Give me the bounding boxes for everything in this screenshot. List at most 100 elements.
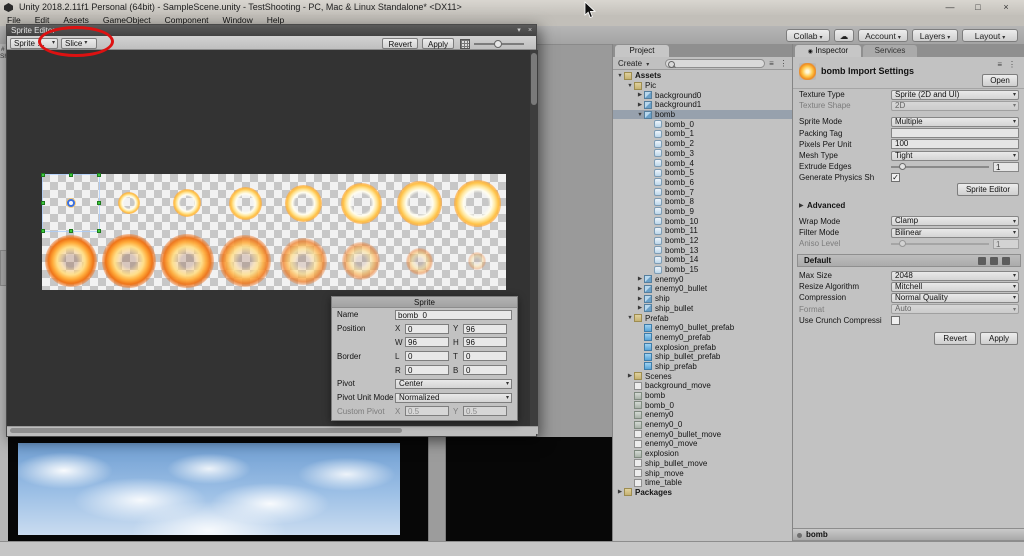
position-x-field[interactable]: 0 — [405, 323, 449, 334]
project-item-packages[interactable]: ▶ Packages — [613, 488, 792, 498]
sprite-frame-0[interactable] — [41, 173, 101, 233]
sprite-frame-2[interactable] — [158, 174, 216, 232]
slider-value-field[interactable]: 1 — [993, 238, 1019, 249]
sprite-frame-4[interactable] — [274, 174, 332, 232]
maximize-button[interactable]: □ — [966, 0, 990, 15]
position-w-field[interactable]: 96 — [405, 337, 449, 348]
project-item-ship-bullet-prefab[interactable]: ship_bullet_prefab — [613, 352, 792, 362]
use-crunch-compressi-control[interactable] — [891, 315, 1019, 325]
project-item-enemy0-move[interactable]: enemy0_move — [613, 439, 792, 449]
border-r-field[interactable]: 0 — [405, 365, 449, 376]
selection-handle[interactable] — [41, 173, 45, 177]
foldout-arrow-icon[interactable]: ▼ — [616, 73, 624, 79]
selection-handle[interactable] — [69, 173, 73, 177]
cloud-button[interactable]: ☁ — [834, 29, 854, 42]
pivot-dropdown[interactable]: Center ▾ — [395, 378, 512, 389]
max-size-control[interactable]: 2048 ▾ — [891, 270, 1019, 281]
layout-button[interactable]: Layout ▾ — [962, 29, 1018, 42]
project-item-enemy0-bullet[interactable]: ▶ enemy0_bullet — [613, 284, 792, 294]
project-item-bomb-3[interactable]: bomb_3 — [613, 149, 792, 159]
standalone-platform-icon[interactable] — [978, 257, 986, 265]
project-item-bomb-5[interactable]: bomb_5 — [613, 168, 792, 178]
wrap-mode-control[interactable]: Clamp ▾ — [891, 216, 1019, 227]
sprite-frame-13[interactable] — [332, 232, 390, 290]
platform-icon[interactable] — [990, 257, 998, 265]
project-item-enemy0-0[interactable]: enemy0_0 — [613, 420, 792, 430]
foldout-arrow-icon[interactable]: ▶ — [636, 305, 644, 311]
zoom-slider[interactable] — [474, 40, 524, 48]
scrollbar-thumb[interactable] — [531, 53, 537, 105]
tab-inspector[interactable]: ◉ Inspector — [795, 45, 861, 57]
texture-type-control[interactable]: Sprite (2D and UI) ▾ — [891, 89, 1019, 100]
sprite-frame-11[interactable] — [216, 232, 274, 290]
apply-button[interactable]: Apply — [421, 38, 454, 49]
project-item-bomb-13[interactable]: bomb_13 — [613, 245, 792, 255]
window-menu-icon[interactable]: ▾ — [514, 25, 524, 36]
sprite-frame-3[interactable] — [216, 174, 274, 232]
zoom-slider-thumb[interactable] — [494, 40, 502, 48]
project-item-bomb-15[interactable]: bomb_15 — [613, 265, 792, 275]
sprite-mode-control[interactable]: Multiple ▾ — [891, 116, 1019, 127]
foldout-label[interactable]: Advanced — [807, 201, 845, 210]
project-item-bomb-1[interactable]: bomb_1 — [613, 129, 792, 139]
project-item-bomb-6[interactable]: bomb_6 — [613, 178, 792, 188]
vertical-scrollbar[interactable] — [530, 50, 538, 426]
slider-track[interactable] — [891, 239, 989, 247]
foldout-arrow-icon[interactable]: ▶ — [636, 286, 644, 292]
sprite-frame-5[interactable] — [332, 174, 390, 232]
account-button[interactable]: Account ▾ — [858, 29, 908, 42]
project-item-scenes[interactable]: ▶ Scenes — [613, 371, 792, 381]
project-item-bomb-4[interactable]: bomb_4 — [613, 158, 792, 168]
sprite-name-field[interactable]: bomb_0 — [395, 309, 512, 320]
project-item-enemy0[interactable]: ▶ enemy0 — [613, 274, 792, 284]
compression-control[interactable]: Normal Quality ▾ — [891, 292, 1019, 303]
revert-button[interactable]: Revert — [382, 38, 418, 49]
slider-thumb[interactable] — [898, 162, 906, 170]
aniso-level-control[interactable]: 1 — [891, 238, 1019, 249]
layers-button[interactable]: Layers ▾ — [912, 29, 958, 42]
resize-algorithm-control[interactable]: Mitchell ▾ — [891, 281, 1019, 292]
create-dropdown[interactable]: Create ▾ — [615, 58, 661, 69]
project-item-bomb-11[interactable]: bomb_11 — [613, 226, 792, 236]
packing-tag-control[interactable] — [891, 128, 1019, 139]
sprite-editor-button[interactable]: Sprite Editor — [956, 182, 1019, 196]
preview-pane-header[interactable]: bomb — [793, 528, 1024, 541]
project-search-input[interactable] — [665, 59, 765, 68]
project-item-bomb-12[interactable]: bomb_12 — [613, 236, 792, 246]
project-item-bomb-9[interactable]: bomb_9 — [613, 207, 792, 217]
project-item-bomb-10[interactable]: bomb_10 — [613, 216, 792, 226]
project-item-assets[interactable]: ▼ Assets — [613, 71, 792, 81]
sprite-frame-9[interactable] — [100, 232, 158, 290]
foldout-arrow-icon[interactable]: ▼ — [636, 112, 644, 118]
project-item-background1[interactable]: ▶ background1 — [613, 100, 792, 110]
sprite-frame-1[interactable] — [100, 174, 158, 232]
foldout-arrow-icon[interactable]: ▶ — [636, 92, 644, 98]
foldout-arrow-icon[interactable]: ▶ — [626, 373, 634, 379]
project-item-bomb[interactable]: ▼ bomb — [613, 109, 792, 120]
project-item-enemy0-bullet-move[interactable]: enemy0_bullet_move — [613, 429, 792, 439]
tab-default-platform[interactable]: Default — [804, 255, 831, 266]
tab-services[interactable]: Services — [863, 45, 917, 57]
apply-button[interactable]: Apply — [979, 332, 1018, 345]
project-item-explosion[interactable]: explosion — [613, 449, 792, 459]
position-h-field[interactable]: 96 — [463, 337, 507, 348]
foldout-arrow-icon[interactable]: ▶ — [636, 102, 644, 108]
sprite-frame-10[interactable] — [158, 232, 216, 290]
foldout-arrow-icon[interactable]: ▶ — [636, 276, 644, 282]
extrude-edges-control[interactable]: 1 — [891, 161, 1019, 172]
project-item-explosion-prefab[interactable]: explosion_prefab — [613, 342, 792, 352]
pixels-per-unit-control[interactable]: 100 — [891, 139, 1019, 150]
project-item-ship[interactable]: ▶ ship — [613, 294, 792, 304]
sprite-frame-15[interactable] — [448, 232, 506, 290]
project-item-pic[interactable]: ▼ Pic — [613, 81, 792, 91]
sprite-frame-12[interactable] — [274, 232, 332, 290]
project-item-bomb-0[interactable]: bomb_0 — [613, 119, 792, 129]
project-item-ship-bullet[interactable]: ▶ ship_bullet — [613, 304, 792, 314]
foldout-arrow-icon[interactable]: ▶ — [616, 489, 624, 495]
alpha-grid-toggle-icon[interactable] — [460, 39, 470, 49]
project-item-ship-bullet-move[interactable]: ship_bullet_move — [613, 459, 792, 469]
sprite-frame-14[interactable] — [390, 232, 448, 290]
project-item-background-move[interactable]: background_move — [613, 381, 792, 391]
project-item-enemy0-prefab[interactable]: enemy0_prefab — [613, 333, 792, 343]
slider-thumb[interactable] — [898, 239, 906, 247]
